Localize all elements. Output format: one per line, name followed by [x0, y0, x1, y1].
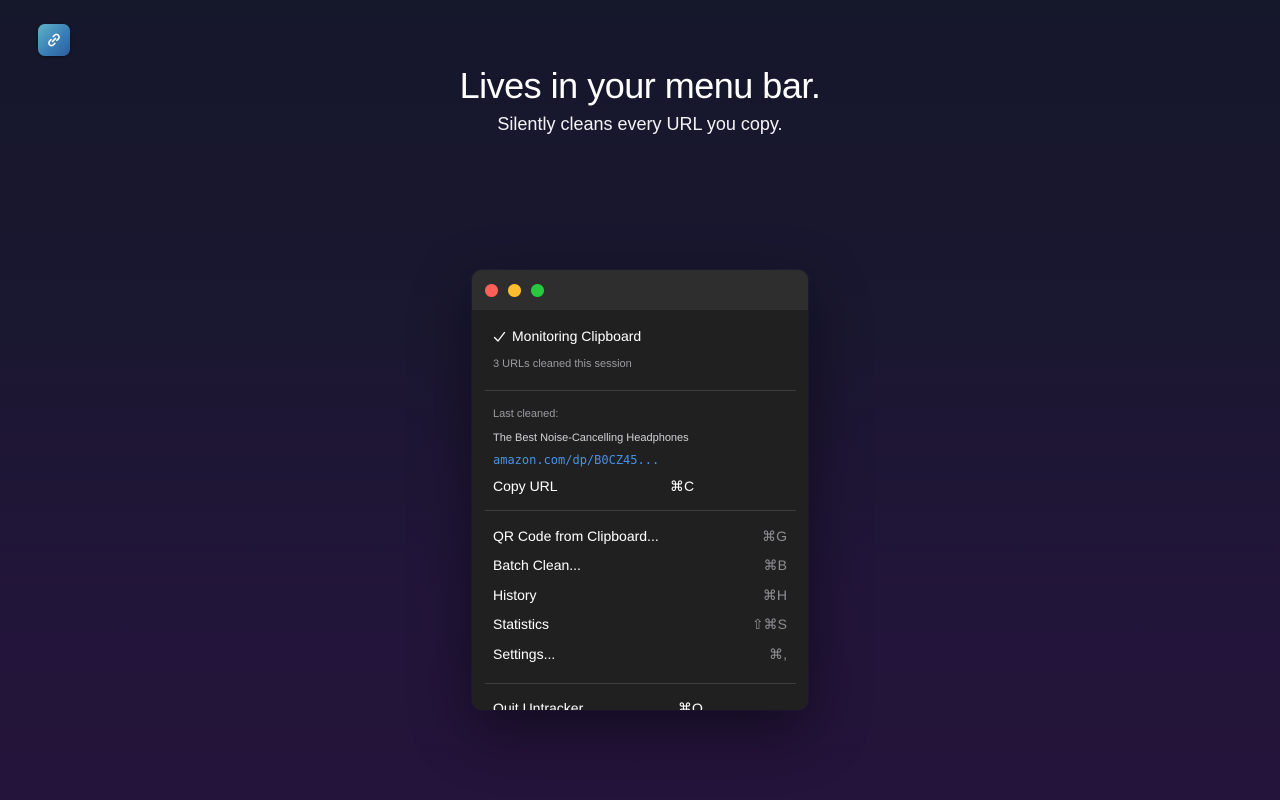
divider — [485, 390, 796, 391]
last-cleaned-url[interactable]: amazon.com/dp/B0CZ45... — [493, 453, 659, 467]
menu-item-history[interactable]: History ⌘H — [493, 587, 787, 605]
menu-item-shortcut: ⌘, — [769, 646, 787, 662]
copy-url-label: Copy URL — [493, 478, 558, 494]
copy-url-shortcut: ⌘C — [670, 478, 695, 494]
last-cleaned-label: Last cleaned: — [493, 408, 559, 420]
menu-item-qr-code[interactable]: QR Code from Clipboard... ⌘G — [493, 528, 787, 546]
quit-shortcut: ⌘Q — [678, 700, 703, 710]
app-logo — [38, 24, 70, 56]
quit-item[interactable]: Quit Untracker — [493, 700, 787, 710]
menu-item-settings[interactable]: Settings... ⌘, — [493, 646, 787, 664]
menu-item-shortcut: ⌘H — [762, 587, 787, 603]
menu-item-label: QR Code from Clipboard... — [493, 528, 659, 544]
menu-item-batch-clean[interactable]: Batch Clean... ⌘B — [493, 557, 787, 575]
maximize-button[interactable] — [531, 284, 544, 297]
quit-label: Quit Untracker — [493, 700, 584, 710]
menu-window: Monitoring Clipboard 3 URLs cleaned this… — [472, 270, 808, 710]
window-titlebar — [472, 270, 808, 310]
hero-title: Lives in your menu bar. — [459, 65, 821, 106]
menu-item-label: Batch Clean... — [493, 557, 581, 573]
copy-url-item[interactable]: Copy URL — [493, 478, 787, 496]
menu-item-shortcut: ⌘B — [763, 557, 787, 573]
hero-subtitle: Silently cleans every URL you copy. — [497, 114, 783, 134]
link-icon — [48, 33, 60, 47]
menu-item-label: Settings... — [493, 646, 556, 662]
monitoring-clipboard-item[interactable]: Monitoring Clipboard — [493, 328, 787, 346]
hero-section: Lives in your menu bar. Silently cleans … — [0, 62, 1280, 136]
last-cleaned-title: The Best Noise-Cancelling Headphones — [493, 432, 689, 444]
menu-item-shortcut: ⇧⌘S — [751, 616, 787, 632]
divider — [485, 510, 796, 511]
menu-item-label: Statistics — [493, 616, 550, 632]
menu-item-label: History — [493, 587, 537, 603]
session-count: 3 URLs cleaned this session — [493, 358, 632, 370]
minimize-button[interactable] — [508, 284, 521, 297]
checkmark-icon — [493, 331, 506, 342]
close-button[interactable] — [485, 284, 498, 297]
menu-item-shortcut: ⌘G — [762, 528, 787, 544]
divider — [485, 683, 796, 684]
menu-item-statistics[interactable]: Statistics ⇧⌘S — [493, 616, 787, 634]
monitoring-clipboard-label: Monitoring Clipboard — [512, 328, 642, 344]
